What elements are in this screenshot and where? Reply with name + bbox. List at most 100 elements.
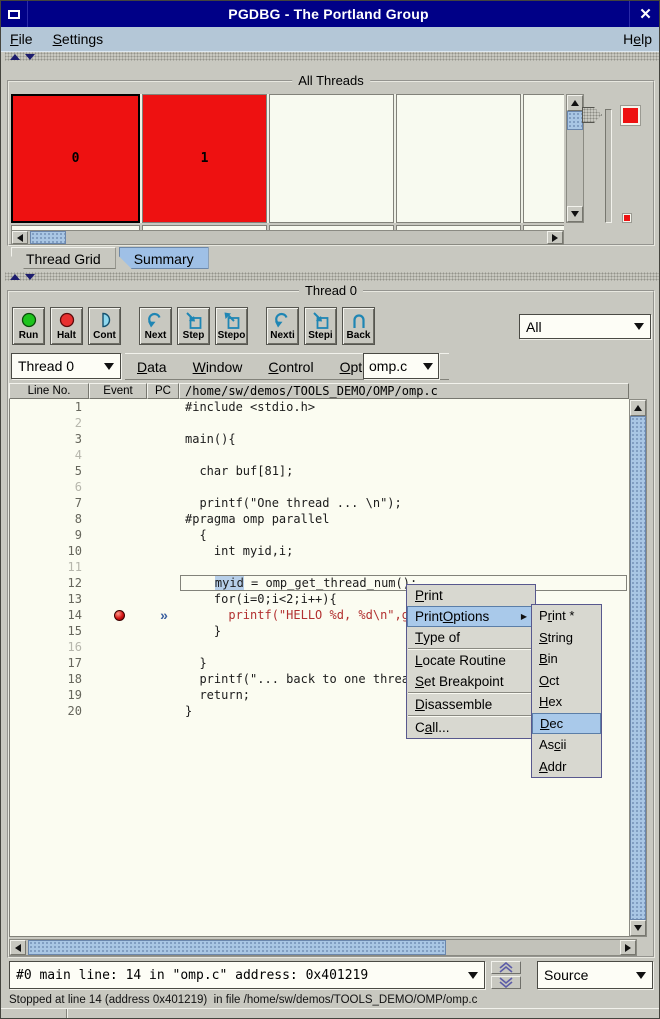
splitter-collapse-down-icon[interactable] bbox=[25, 54, 35, 60]
source-line[interactable]: 7 printf("One thread ... \n"); bbox=[10, 495, 629, 511]
toolbar-button-back[interactable]: Back bbox=[342, 307, 375, 345]
scroll-track[interactable] bbox=[26, 940, 620, 955]
menu-data[interactable]: Data bbox=[137, 359, 167, 375]
menu-item-call[interactable]: Call... bbox=[407, 717, 535, 738]
arrow-right-icon bbox=[552, 234, 558, 242]
thread-grid-hscrollbar[interactable] bbox=[11, 230, 564, 245]
tab-summary[interactable]: Summary bbox=[119, 247, 209, 269]
scroll-right-button[interactable] bbox=[620, 940, 636, 955]
splitter-middle[interactable] bbox=[1, 272, 660, 281]
menu-item-locate-routine[interactable]: Locate Routine bbox=[407, 650, 535, 671]
scroll-thumb[interactable] bbox=[567, 111, 583, 130]
thread-cell-1[interactable]: 1 bbox=[142, 94, 267, 223]
frame-down-button[interactable] bbox=[491, 976, 521, 989]
scroll-track[interactable] bbox=[630, 416, 646, 920]
scroll-thumb[interactable] bbox=[30, 231, 66, 244]
toolbar-button-next[interactable]: Next bbox=[139, 307, 172, 345]
scroll-thumb[interactable] bbox=[630, 416, 646, 920]
menu-item-set-breakpoint[interactable]: Set Breakpoint bbox=[407, 671, 535, 692]
source-line[interactable]: 3main(){ bbox=[10, 431, 629, 447]
menu-item-bin[interactable]: Bin bbox=[532, 648, 601, 670]
source-line[interactable]: 2 bbox=[10, 415, 629, 431]
toolbar-button-cont[interactable]: Cont bbox=[88, 307, 121, 345]
splitter-collapse-down-icon[interactable] bbox=[25, 274, 35, 280]
source-hscrollbar[interactable] bbox=[9, 939, 637, 956]
menu-item-type-of[interactable]: Type of bbox=[407, 627, 535, 648]
thread-cell-3[interactable] bbox=[396, 94, 521, 223]
scroll-up-button[interactable] bbox=[567, 95, 583, 111]
grid-zoom-slider-thumb[interactable] bbox=[582, 107, 602, 123]
menu-control[interactable]: Control bbox=[268, 359, 313, 375]
column-pc[interactable]: PC bbox=[147, 383, 179, 399]
source-line[interactable]: 6 bbox=[10, 479, 629, 495]
tab-thread-grid[interactable]: Thread Grid bbox=[11, 247, 116, 269]
label-part: C bbox=[268, 359, 278, 375]
menu-item-oct[interactable]: Oct bbox=[532, 670, 601, 692]
source-line[interactable]: 11 bbox=[10, 559, 629, 575]
source-line[interactable]: 4 bbox=[10, 447, 629, 463]
scroll-up-button[interactable] bbox=[630, 400, 646, 416]
label-part: D bbox=[540, 716, 549, 731]
selected-word[interactable]: myid bbox=[215, 576, 244, 590]
scope-select[interactable]: All bbox=[519, 314, 651, 339]
scroll-left-button[interactable] bbox=[12, 231, 28, 244]
toolbar-button-stepi[interactable]: Stepi bbox=[304, 307, 337, 345]
label-part: B bbox=[539, 651, 548, 666]
frame-select[interactable]: #0 main line: 14 in "omp.c" address: 0x4… bbox=[9, 961, 485, 989]
event-cell[interactable] bbox=[90, 610, 148, 621]
menu-item-hex[interactable]: Hex bbox=[532, 691, 601, 713]
menu-file[interactable]: File bbox=[10, 31, 33, 47]
menu-item-dec[interactable]: Dec bbox=[532, 713, 601, 735]
thread-grid-vscrollbar[interactable] bbox=[566, 94, 584, 223]
scroll-track[interactable] bbox=[567, 111, 583, 206]
scroll-right-button[interactable] bbox=[547, 231, 563, 244]
menu-help[interactable]: Help bbox=[623, 31, 652, 47]
toolbar-button-nexti[interactable]: Nexti bbox=[266, 307, 299, 345]
menu-item-ascii[interactable]: Ascii bbox=[532, 734, 601, 756]
file-select[interactable]: omp.c bbox=[363, 353, 439, 379]
column-event[interactable]: Event bbox=[89, 383, 147, 399]
grid-zoom-slider-track[interactable] bbox=[605, 109, 612, 223]
window-menu-button[interactable] bbox=[1, 1, 28, 27]
splitter-top[interactable] bbox=[1, 52, 660, 61]
menu-item-addr[interactable]: Addr bbox=[532, 756, 601, 778]
source-line[interactable]: 5 char buf[81]; bbox=[10, 463, 629, 479]
menu-item-string[interactable]: String bbox=[532, 627, 601, 649]
column-line-no[interactable]: Line No. bbox=[9, 383, 89, 399]
source-line[interactable]: 10 int myid,i; bbox=[10, 543, 629, 559]
toolbar-button-stepo[interactable]: Stepo bbox=[215, 307, 248, 345]
menu-item-disassemble[interactable]: Disassemble bbox=[407, 694, 535, 715]
menu-item-print[interactable]: Print * bbox=[532, 605, 601, 627]
arrow-right-icon bbox=[625, 944, 631, 952]
menu-item-print[interactable]: Print bbox=[407, 585, 535, 606]
scroll-down-button[interactable] bbox=[630, 920, 646, 936]
source-line[interactable]: 9 { bbox=[10, 527, 629, 543]
source-line[interactable]: 1#include <stdio.h> bbox=[10, 399, 629, 415]
view-select[interactable]: Source bbox=[537, 961, 653, 989]
source-vscrollbar[interactable] bbox=[629, 399, 647, 937]
source-line[interactable]: 8#pragma omp parallel bbox=[10, 511, 629, 527]
close-button[interactable]: ✕ bbox=[629, 1, 660, 27]
code-text: #pragma omp parallel bbox=[185, 512, 330, 526]
scroll-left-button[interactable] bbox=[10, 940, 26, 955]
thread-cell-0[interactable]: 0 bbox=[11, 94, 140, 223]
toolbar-button-halt[interactable]: Halt bbox=[50, 307, 83, 345]
splitter-collapse-up-icon[interactable] bbox=[10, 274, 20, 280]
thread-cell-2[interactable] bbox=[269, 94, 394, 223]
frame-up-button[interactable] bbox=[491, 961, 521, 974]
menu-item-print-options[interactable]: Print Options▶ bbox=[407, 606, 535, 627]
thread-cell-4[interactable] bbox=[523, 94, 564, 223]
column-file-path[interactable]: /home/sw/demos/TOOLS_DEMO/OMP/omp.c bbox=[179, 383, 629, 399]
scroll-track[interactable] bbox=[28, 231, 547, 244]
toolbar-button-step[interactable]: Step bbox=[177, 307, 210, 345]
thread-select[interactable]: Thread 0 bbox=[11, 353, 121, 379]
menu-settings[interactable]: Settings bbox=[53, 31, 104, 47]
scroll-down-button[interactable] bbox=[567, 206, 583, 222]
menu-window[interactable]: Window bbox=[193, 359, 243, 375]
all-threads-panel: All Threads 01 bbox=[7, 80, 655, 246]
splitter-collapse-up-icon[interactable] bbox=[10, 54, 20, 60]
legend-stopped-small-swatch bbox=[623, 214, 631, 222]
toolbar-button-run[interactable]: Run bbox=[12, 307, 45, 345]
source-line[interactable]: 12 myid = omp_get_thread_num(); bbox=[10, 575, 629, 591]
scroll-thumb[interactable] bbox=[28, 940, 446, 955]
